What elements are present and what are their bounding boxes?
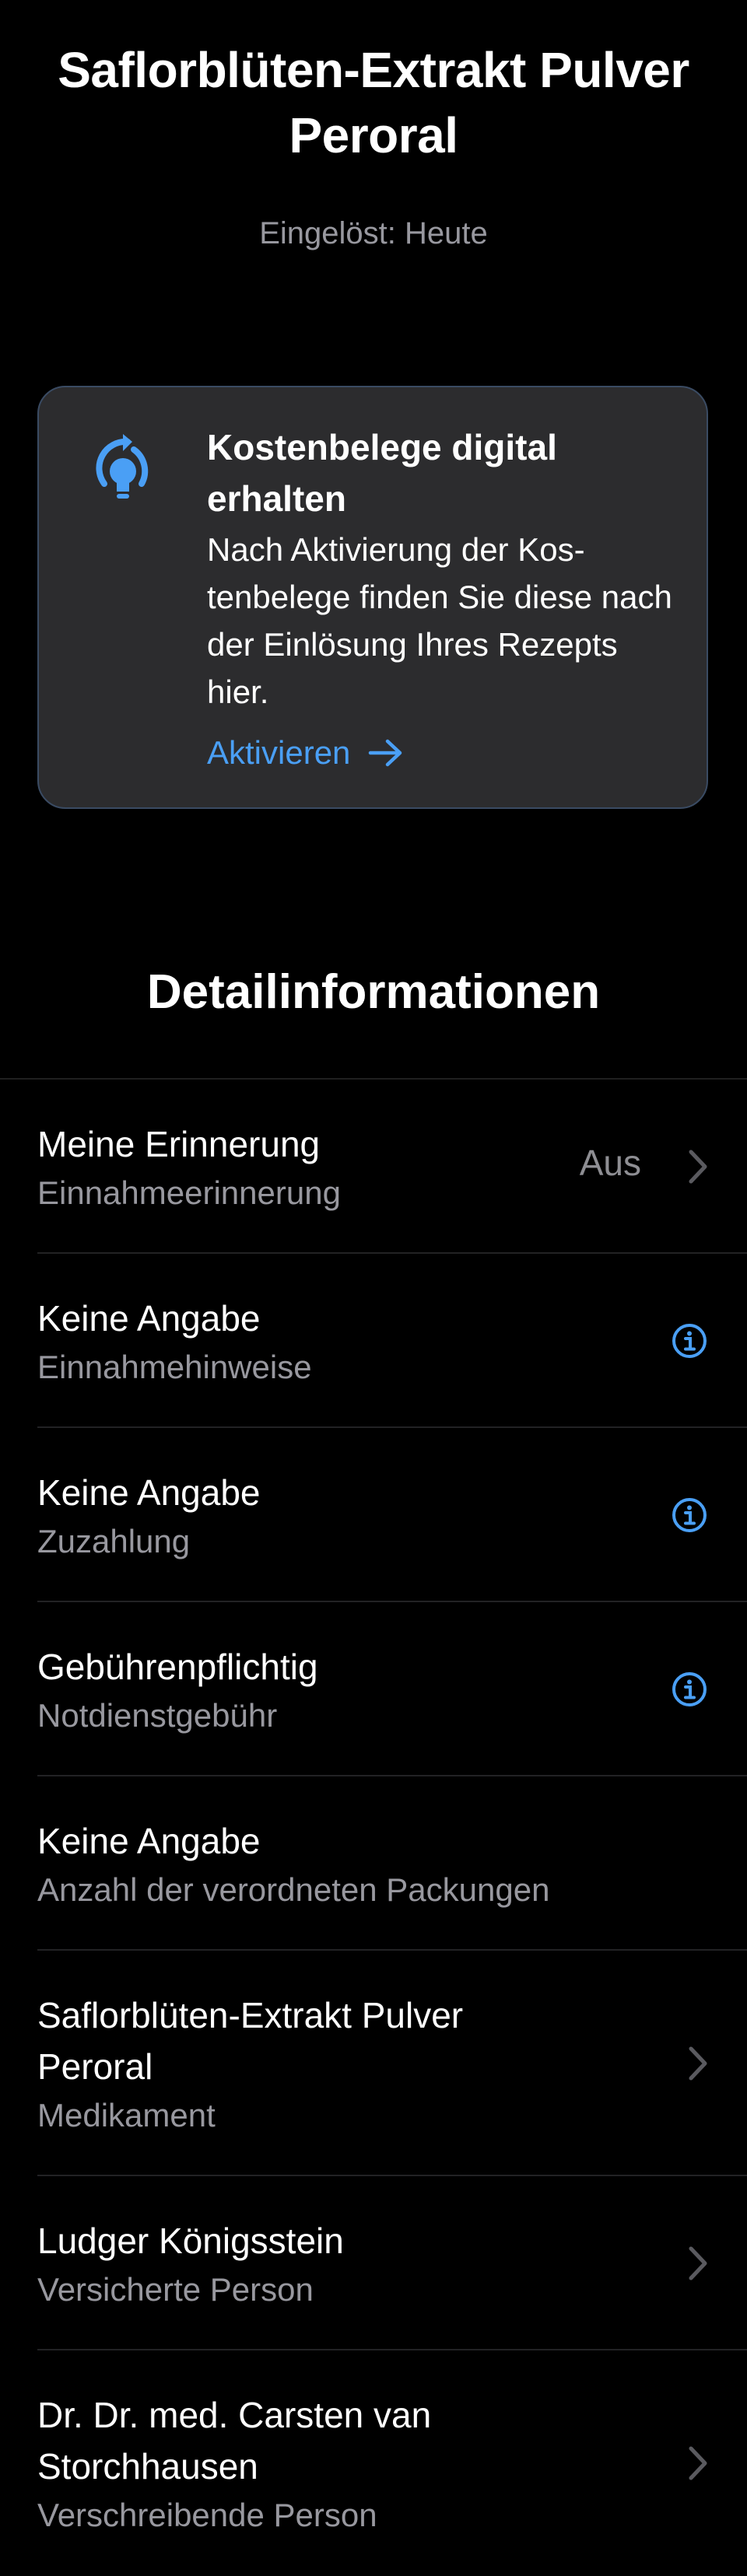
row-main-text: Gebührenpflichtig [37, 1647, 318, 1687]
section-title: Detailinformationen [146, 965, 601, 1019]
row-sub-text: Verschreibende Person [37, 2497, 377, 2533]
activate-link-label: Aktivieren [207, 734, 351, 771]
digital-receipts-card: Kostenbelege digital erhalten Nach Aktiv… [37, 386, 708, 809]
arrow-right-icon [369, 739, 402, 767]
reminder-value: Aus [579, 1143, 641, 1183]
row-main-text: Keine Angabe [37, 1821, 261, 1861]
row-sub-text: Einnahmeerinnerung [37, 1174, 341, 1211]
prescriber-row[interactable]: Dr. Dr. med. Carsten van Storchhausen Ve… [37, 2350, 747, 2576]
row-main-text: Meine Erinnerung [37, 1124, 321, 1164]
chevron-right-icon [689, 2046, 707, 2081]
insured-person-row[interactable]: Ludger Königsstein Versicherte Person [37, 2176, 747, 2350]
detail-list: Meine Erinnerung Einnahmeerinnerung Aus … [0, 1078, 747, 2576]
activate-link[interactable]: Aktivieren [207, 730, 405, 776]
row-sub-text: Notdienstgebühr [37, 1697, 278, 1734]
row-main-text: Saflorblüten-Extrakt Pulver Peroral [37, 1995, 464, 2087]
row-sub-text: Einnahmehinweise [37, 1349, 312, 1385]
card-title: Kostenbelege digital erhalten [207, 427, 557, 519]
row-sub-text: Zuzahlung [37, 1523, 191, 1559]
row-main-text: Keine Angabe [37, 1472, 261, 1513]
chevron-right-icon [689, 2446, 707, 2480]
chevron-right-icon [689, 1150, 707, 1184]
redeemed-status: Eingelöst: Heute [259, 216, 488, 250]
intake-notes-row: Keine Angabe Einnahmehinweise [37, 1254, 747, 1428]
copayment-row: Keine Angabe Zuzahlung [37, 1428, 747, 1602]
lightbulb-refresh-icon [96, 434, 149, 499]
emergency-fee-row: Gebührenpflichtig Notdienstgebühr [37, 1602, 747, 1776]
info-icon[interactable] [671, 1322, 708, 1360]
row-main-text: Dr. Dr. med. Carsten van Storchhausen [37, 2395, 432, 2487]
row-main-text: Keine Angabe [37, 1298, 261, 1339]
package-count-row: Keine Angabe Anzahl der verordneten Pack… [37, 1776, 747, 1951]
row-sub-text: Medikament [37, 2097, 216, 2133]
row-main-text: Ludger Königsstein [37, 2221, 344, 2261]
page-title: Saflorblüten-Extrakt Pulver Peroral [58, 42, 689, 163]
row-sub-text: Versicherte Person [37, 2271, 314, 2308]
info-icon[interactable] [671, 1671, 708, 1708]
medication-row[interactable]: Saflorblüten-Extrakt Pulver Peroral Medi… [37, 1951, 747, 2176]
card-description: Nach Aktivierung der Kos-tenbelege finde… [207, 531, 672, 710]
reminder-row[interactable]: Meine Erinnerung Einnahmeerinnerung Aus [37, 1080, 747, 1254]
row-sub-text: Anzahl der verordneten Packungen [37, 1871, 550, 1908]
info-icon[interactable] [671, 1496, 708, 1534]
chevron-right-icon [689, 2246, 707, 2280]
